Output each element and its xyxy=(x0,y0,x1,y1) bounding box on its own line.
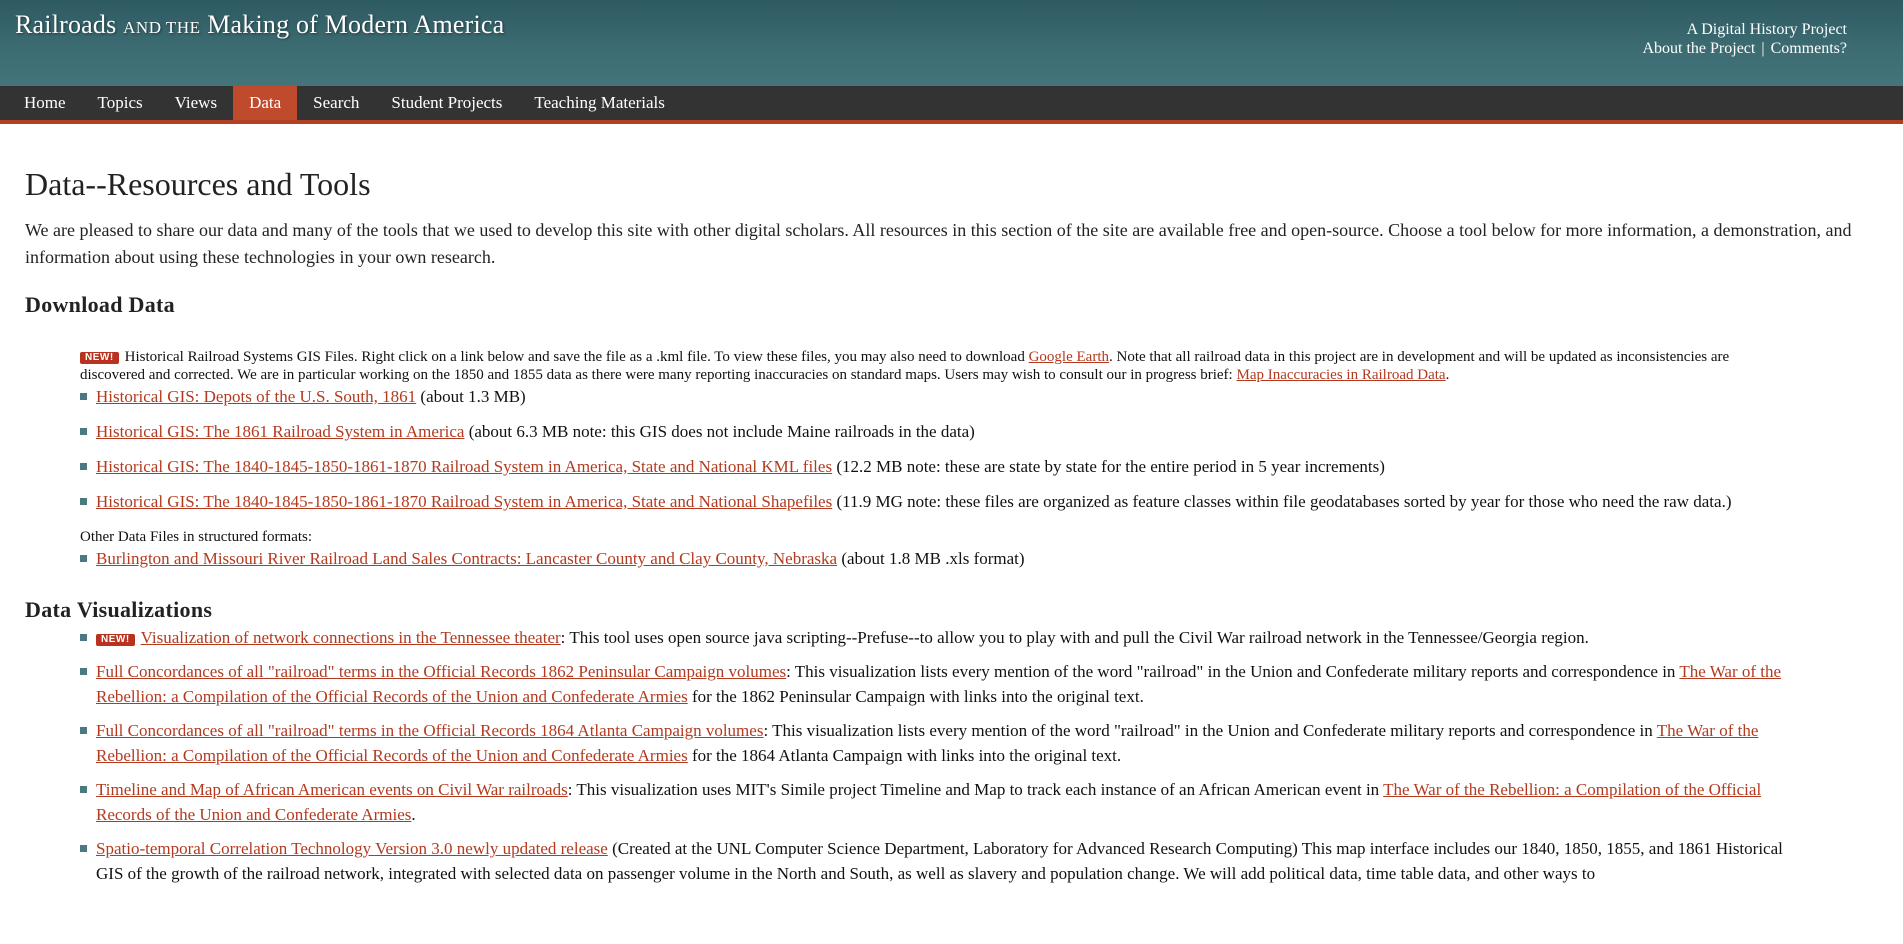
gis-note: NEW! Historical Railroad Systems GIS File… xyxy=(80,348,1795,384)
item-description: (about 1.3 MB) xyxy=(416,387,526,406)
list-item: Historical GIS: Depots of the U.S. South… xyxy=(80,384,1795,409)
other-data-label: Other Data Files in structured formats: xyxy=(80,529,313,545)
item-description: (12.2 MB note: these are state by state … xyxy=(832,457,1385,476)
list-item: Full Concordances of all "railroad" term… xyxy=(80,718,1795,768)
item-description: for the 1864 Atlanta Campaign with links… xyxy=(687,746,1122,765)
list-item: NEW! Visualization of network connections… xyxy=(80,625,1795,650)
note-text: Historical Railroad Systems GIS Files. R… xyxy=(124,349,1029,365)
item-description: . xyxy=(411,805,416,824)
item-description: : This visualization lists every mention… xyxy=(763,721,1657,740)
square-bullet-icon xyxy=(80,634,87,641)
list-item: Historical GIS: The 1861 Railroad System… xyxy=(80,419,1795,444)
visualizations-list: NEW! Visualization of network connections… xyxy=(80,625,1795,886)
header-separator: | xyxy=(1761,40,1765,57)
nav-data[interactable]: Data xyxy=(233,86,298,120)
download-section: NEW! Historical Railroad Systems GIS File… xyxy=(80,348,1795,571)
nav-topics[interactable]: Topics xyxy=(82,86,159,120)
main-nav: Home Topics Views Data Search Student Pr… xyxy=(0,86,1903,124)
nav-home[interactable]: Home xyxy=(8,86,82,120)
square-bullet-icon xyxy=(80,555,87,562)
square-bullet-icon xyxy=(80,727,87,734)
main-content: Data--Resources and Tools We are pleased… xyxy=(0,124,1903,886)
item-description: (about 6.3 MB note: this GIS does not in… xyxy=(464,422,975,441)
page-title: Data--Resources and Tools xyxy=(25,166,371,202)
item-description: : This visualization lists every mention… xyxy=(786,662,1680,681)
land-sales-contracts-link[interactable]: Burlington and Missouri River Railroad L… xyxy=(96,549,837,568)
list-item: Historical GIS: The 1840-1845-1850-1861-… xyxy=(80,454,1795,479)
tagline: A Digital History Project xyxy=(1686,21,1847,38)
google-earth-link[interactable]: Google Earth xyxy=(1029,349,1109,365)
comments-link[interactable]: Comments? xyxy=(1771,40,1847,57)
square-bullet-icon xyxy=(80,463,87,470)
nav-search[interactable]: Search xyxy=(297,86,375,120)
item-description: (about 1.8 MB .xls format) xyxy=(837,549,1025,568)
site-title-part1: Railroads xyxy=(15,10,117,39)
list-item: Burlington and Missouri River Railroad L… xyxy=(80,546,1795,571)
about-project-link[interactable]: About the Project xyxy=(1642,40,1755,57)
square-bullet-icon xyxy=(80,393,87,400)
item-description: : This tool uses open source java script… xyxy=(560,628,1589,647)
new-badge: NEW! xyxy=(80,352,119,364)
other-data-list: Burlington and Missouri River Railroad L… xyxy=(80,546,1795,571)
timeline-map-link[interactable]: Timeline and Map of African American eve… xyxy=(96,780,568,799)
item-description: for the 1862 Peninsular Campaign with li… xyxy=(687,687,1144,706)
site-title-and: and the xyxy=(123,18,201,37)
site-title[interactable]: Railroads and the Making of Modern Ameri… xyxy=(15,10,504,40)
download-list: Historical GIS: Depots of the U.S. South… xyxy=(80,384,1795,514)
square-bullet-icon xyxy=(80,668,87,675)
header-links: A Digital History Project About the Proj… xyxy=(1642,20,1847,58)
data-visualizations-heading: Data Visualizations xyxy=(25,597,213,622)
list-item: Historical GIS: The 1840-1845-1850-1861-… xyxy=(80,489,1795,514)
peninsular-concordance-link[interactable]: Full Concordances of all "railroad" term… xyxy=(96,662,786,681)
note-text: . xyxy=(1445,367,1450,383)
square-bullet-icon xyxy=(80,845,87,852)
list-item: Spatio-temporal Correlation Technology V… xyxy=(80,836,1795,886)
intro-paragraph: We are pleased to share our data and man… xyxy=(25,220,1852,267)
nav-teaching-materials[interactable]: Teaching Materials xyxy=(518,86,681,120)
kml-files-link[interactable]: Historical GIS: The 1840-1845-1850-1861-… xyxy=(96,457,832,476)
list-item: Full Concordances of all "railroad" term… xyxy=(80,659,1795,709)
square-bullet-icon xyxy=(80,428,87,435)
railroad-1861-gis-link[interactable]: Historical GIS: The 1861 Railroad System… xyxy=(96,422,464,441)
square-bullet-icon xyxy=(80,498,87,505)
site-header: Railroads and the Making of Modern Ameri… xyxy=(0,0,1903,86)
nav-student-projects[interactable]: Student Projects xyxy=(375,86,518,120)
tennessee-network-link[interactable]: Visualization of network connections in … xyxy=(141,628,561,647)
square-bullet-icon xyxy=(80,786,87,793)
item-description: (11.9 MG note: these files are organized… xyxy=(832,492,1732,511)
spatio-temporal-link[interactable]: Spatio-temporal Correlation Technology V… xyxy=(96,839,608,858)
shapefiles-link[interactable]: Historical GIS: The 1840-1845-1850-1861-… xyxy=(96,492,832,511)
depots-gis-link[interactable]: Historical GIS: Depots of the U.S. South… xyxy=(96,387,416,406)
list-item: Timeline and Map of African American eve… xyxy=(80,777,1795,827)
visualizations-section: NEW! Visualization of network connections… xyxy=(80,625,1795,886)
item-description: : This visualization uses MIT's Simile p… xyxy=(567,780,1384,799)
atlanta-concordance-link[interactable]: Full Concordances of all "railroad" term… xyxy=(96,721,763,740)
download-data-heading: Download Data xyxy=(25,292,175,317)
site-title-part2: Making of Modern America xyxy=(207,10,505,39)
new-badge: NEW! xyxy=(96,634,135,646)
nav-views[interactable]: Views xyxy=(159,86,233,120)
map-inaccuracies-link[interactable]: Map Inaccuracies in Railroad Data xyxy=(1236,367,1445,383)
